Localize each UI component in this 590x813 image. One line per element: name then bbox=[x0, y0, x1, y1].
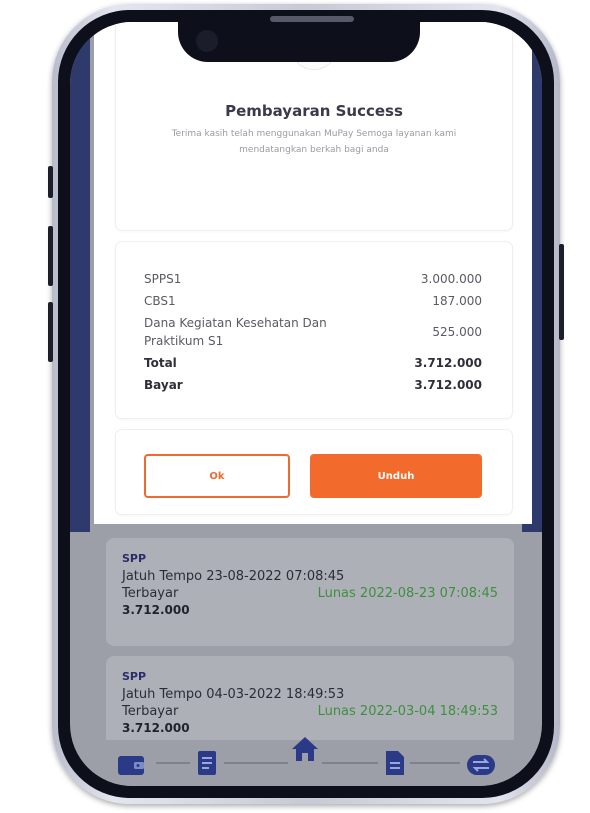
history-status: Lunas 2022-03-04 18:49:53 bbox=[317, 704, 498, 719]
history-paid-row: Terbayar Lunas 2022-08-23 07:08:45 bbox=[122, 586, 498, 601]
header-background-left bbox=[70, 22, 90, 532]
notch bbox=[178, 22, 420, 62]
volume-up-button bbox=[48, 226, 53, 286]
bayar-value: 3.712.000 bbox=[414, 378, 482, 392]
history-paid-row: Terbayar Lunas 2022-03-04 18:49:53 bbox=[122, 704, 498, 719]
bottom-nav bbox=[70, 737, 542, 786]
line-item: SPPS1 3.000.000 bbox=[144, 270, 482, 288]
bayar-row: Bayar 3.712.000 bbox=[144, 376, 482, 394]
line-item-label: Dana Kegiatan Kesehatan Dan Praktikum S1 bbox=[144, 316, 327, 348]
history-paid-label: Terbayar bbox=[122, 704, 179, 719]
line-item-label: CBS1 bbox=[144, 294, 176, 308]
line-item: CBS1 187.000 bbox=[144, 292, 482, 310]
nav-divider bbox=[156, 762, 190, 764]
home-icon[interactable] bbox=[288, 732, 322, 766]
line-item-label: SPPS1 bbox=[144, 272, 182, 286]
nav-divider bbox=[322, 762, 378, 764]
line-item: Dana Kegiatan Kesehatan Dan Praktikum S1… bbox=[144, 314, 482, 350]
payment-details-card: SPPS1 3.000.000 CBS1 187.000 Dana Kegiat… bbox=[116, 242, 512, 418]
success-message: Terima kasih telah menggunakan MuPay Sem… bbox=[171, 129, 457, 155]
history-amount: 3.712.000 bbox=[122, 603, 190, 617]
silent-switch bbox=[48, 166, 53, 198]
payment-success-modal: ✓ Pembayaran Success Terima kasih telah … bbox=[94, 22, 532, 524]
camera-icon bbox=[196, 30, 218, 52]
nav-divider bbox=[410, 762, 460, 764]
transfer-icon[interactable] bbox=[464, 748, 498, 782]
line-item-value: 3.000.000 bbox=[420, 272, 482, 286]
receipt-icon[interactable] bbox=[190, 746, 224, 780]
screen: ✓ Pembayaran Success Terima kasih telah … bbox=[70, 22, 542, 786]
history-type: SPP bbox=[122, 552, 147, 565]
phone-bezel: ✓ Pembayaran Success Terima kasih telah … bbox=[58, 10, 554, 798]
history-type: SPP bbox=[122, 670, 147, 683]
history-status: Lunas 2022-08-23 07:08:45 bbox=[317, 586, 498, 601]
history-card[interactable]: SPP Jatuh Tempo 23-08-2022 07:08:45 Terb… bbox=[106, 538, 514, 646]
history-due-date: Jatuh Tempo 04-03-2022 18:49:53 bbox=[122, 687, 345, 702]
success-title: Pembayaran Success bbox=[225, 102, 403, 120]
line-item-value: 187.000 bbox=[432, 294, 482, 308]
power-button bbox=[559, 244, 564, 340]
document-icon[interactable] bbox=[378, 746, 412, 780]
total-row: Total 3.712.000 bbox=[144, 354, 482, 372]
nav-divider bbox=[224, 762, 288, 764]
total-label: Total bbox=[144, 356, 177, 370]
ok-button[interactable]: Ok bbox=[144, 454, 290, 498]
line-item-value: 525.000 bbox=[432, 325, 482, 339]
download-button[interactable]: Unduh bbox=[310, 454, 482, 498]
wallet-icon[interactable] bbox=[114, 748, 148, 782]
history-paid-label: Terbayar bbox=[122, 586, 179, 601]
bayar-label: Bayar bbox=[144, 378, 183, 392]
history-due-date: Jatuh Tempo 23-08-2022 07:08:45 bbox=[122, 569, 345, 584]
actions-card: Ok Unduh bbox=[116, 430, 512, 514]
phone-frame: ✓ Pembayaran Success Terima kasih telah … bbox=[48, 4, 564, 804]
total-value: 3.712.000 bbox=[414, 356, 482, 370]
volume-down-button bbox=[48, 302, 53, 362]
